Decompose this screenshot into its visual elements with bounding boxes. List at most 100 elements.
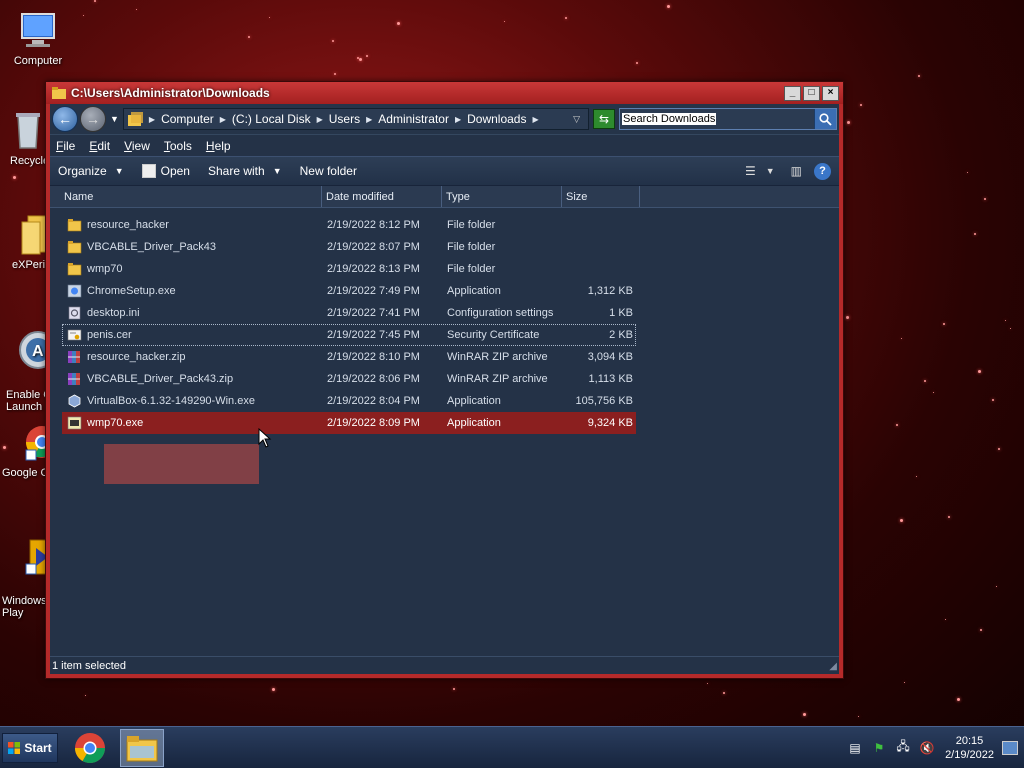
back-button[interactable]: ← [52,106,78,132]
file-type: Security Certificate [447,329,540,341]
address-history-dropdown[interactable]: ▽ [573,114,580,125]
volume-muted-icon[interactable]: 🔇 [919,740,935,756]
column-header-date[interactable]: Date modified [322,186,442,207]
star [13,176,16,179]
recent-pages-dropdown[interactable]: ▼ [110,114,119,124]
drag-preview [104,444,259,484]
menu-view[interactable]: View [124,139,150,153]
folder-icon [67,262,82,276]
mouse-cursor-icon [258,428,272,448]
file-row[interactable]: VBCABLE_Driver_Pack43.zip 2/19/2022 8:06 … [62,368,636,390]
share-with-button[interactable]: Share with ▼ [208,164,282,178]
refresh-icon: ⇆ [598,112,610,126]
column-header-type[interactable]: Type [442,186,562,207]
forward-button[interactable]: → [80,106,106,132]
folder-icon [67,218,82,232]
star [359,58,362,61]
star [916,476,917,477]
breadcrumb-item[interactable]: ▶ Computer [149,112,214,126]
network-icon[interactable]: 🖧 [895,739,911,756]
column-header-size[interactable]: Size [562,186,640,207]
desktop-icon-computer[interactable]: Computer [0,8,76,67]
window-titlebar[interactable]: C:\Users\Administrator\Downloads _ □ × [46,82,843,104]
star [860,104,862,106]
file-row[interactable]: wmp70 2/19/2022 8:13 PM File folder [62,258,636,280]
star [998,448,1000,450]
star [272,688,275,691]
file-date: 2/19/2022 8:12 PM [327,219,420,231]
file-name: wmp70.exe [87,417,144,429]
folder-icon [52,87,66,99]
view-options-icon[interactable]: ☰ [745,164,756,178]
preview-pane-icon[interactable]: ▥ [791,164,802,178]
resize-grip-icon[interactable]: ◢ [829,661,837,672]
maximize-button[interactable]: □ [803,85,820,101]
view-dropdown[interactable]: ▼ [766,166,775,176]
file-date: 2/19/2022 7:45 PM [327,329,420,341]
breadcrumb-item[interactable]: ▶ Administrator [366,112,449,126]
show-desktop-button[interactable] [1002,740,1018,755]
star [980,629,982,631]
arrow-left-icon: ← [58,111,72,127]
search-button[interactable] [814,109,836,129]
file-row[interactable]: resource_hacker 2/19/2022 8:12 PM File fol… [62,214,636,236]
breadcrumb-item[interactable]: ▶ (C:) Local Disk [220,112,311,126]
star [334,73,336,75]
file-size: 1 KB [609,307,633,319]
star [900,519,903,522]
search-input[interactable]: Search Downloads [622,113,717,125]
close-button[interactable]: × [822,85,839,101]
file-row[interactable]: resource_hacker.zip 2/19/2022 8:10 PM WinR… [62,346,636,368]
file-size: 105,756 KB [575,395,634,407]
file-type: WinRAR ZIP archive [447,351,548,363]
start-button[interactable]: Start [2,732,58,763]
menu-file[interactable]: File [56,139,75,153]
column-header-name[interactable]: Name [50,186,322,207]
taskbar-explorer-button[interactable] [120,728,164,767]
file-size: 1,113 KB [588,373,633,385]
file-row[interactable]: penis.cer 2/19/2022 7:45 PM Security Certi… [62,324,636,346]
star [85,695,86,696]
menu-tools[interactable]: Tools [164,139,192,153]
exe-icon [67,416,82,430]
star [846,316,849,319]
open-button[interactable]: Open [141,164,190,178]
window-body: ← → ▼ ▶ Computer ▶ (C:) Local Disk ▶ Users … [50,104,839,674]
action-center-icon[interactable]: ⚑ [871,740,887,756]
menu-help[interactable]: Help [206,139,231,153]
breadcrumb-item[interactable]: ▶ Users [317,112,361,126]
refresh-button[interactable]: ⇆ [593,109,615,129]
file-row[interactable]: VirtualBox-6.1.32-149290-Win.exe 2/19/202… [62,390,636,412]
status-bar: 1 item selected ◢ [50,656,839,674]
command-bar: Organize ▼ Open Share with ▼ New folder ☰ … [50,156,839,186]
minimize-button[interactable]: _ [784,85,801,101]
file-name: wmp70 [87,263,123,275]
star [948,516,950,518]
star [565,17,567,19]
help-icon[interactable]: ? [814,162,831,180]
organize-button[interactable]: Organize ▼ [58,164,124,178]
breadcrumb-item[interactable]: ▶ Downloads [455,112,527,126]
new-folder-button[interactable]: New folder [300,164,357,178]
file-row[interactable]: wmp70.exe 2/19/2022 8:09 PM Application 9,3… [62,412,636,434]
star [636,62,638,64]
file-row[interactable]: desktop.ini 2/19/2022 7:41 PM Configuratio… [62,302,636,324]
star [1005,320,1006,321]
file-row[interactable]: ChromeSetup.exe 2/19/2022 7:49 PM Applicat… [62,280,636,302]
star [924,380,926,382]
file-name-cell: desktop.ini [63,306,323,320]
breadcrumb-overflow[interactable]: ▶ [532,115,544,124]
file-name: resource_hacker [87,219,169,231]
breadcrumb[interactable]: ▶ Computer ▶ (C:) Local Disk ▶ Users ▶ Admin… [122,108,589,130]
installer-icon [67,284,82,298]
clock[interactable]: 20:15 2/19/2022 [945,734,994,762]
taskbar-chrome-button[interactable] [68,729,112,767]
file-type: WinRAR ZIP archive [447,373,548,385]
chevron-right-icon: ▶ [454,114,462,124]
windows-logo-icon [8,741,21,754]
file-row[interactable]: VBCABLE_Driver_Pack43 2/19/2022 8:07 PM Fi… [62,236,636,258]
star [707,683,708,684]
star [1010,328,1011,329]
menu-edit[interactable]: Edit [89,139,110,153]
notification-icon[interactable]: ▤ [847,740,863,756]
